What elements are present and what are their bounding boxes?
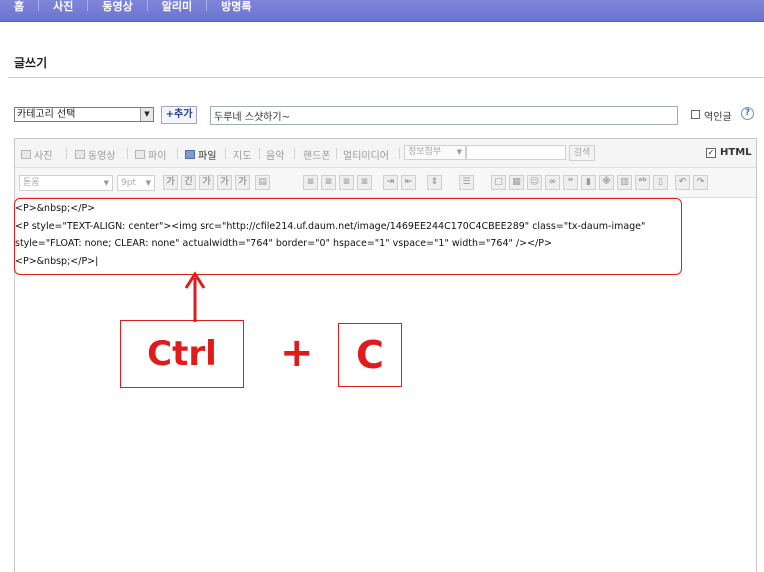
insert-multimedia-button[interactable]: 멀티미디어 [343,147,389,162]
align-left-button[interactable]: ≡ [303,175,318,190]
align-right-button[interactable]: ≡ [339,175,354,190]
font-size-select[interactable]: 9pt ▼ [117,175,155,191]
underline-button[interactable]: 긴 [181,175,196,190]
chevron-down-icon: ▼ [145,179,151,187]
insert-multimedia-label: 멀티미디어 [343,151,389,162]
attach-info-select[interactable]: 정보첨부 ▼ [404,145,466,160]
code-line[interactable]: style="FLOAT: none; CLEAR: none" actualw… [15,238,552,249]
format-toolbar: 돋움 ▼ 9pt ▼ 가 긴 가 가 가 ▤ ≡ ≡ ≡ ≡ ⇥ ⇤ ⇕ ☰ □ ▦… [15,168,756,198]
attach-info-input[interactable] [466,145,566,160]
post-title-input[interactable] [210,106,678,125]
attach-info-label: 정보첨부 [408,147,442,157]
code-line[interactable]: <P style="TEXT-ALIGN: center"><img src="… [15,221,645,232]
align-justify-button[interactable]: ≡ [357,175,372,190]
photo-icon [21,150,31,159]
insert-pie-button[interactable]: 파이 [135,147,166,162]
insert-photo-label: 사진 [34,151,53,162]
nav-item-guestbook[interactable]: 방명록 [221,0,265,14]
pie-icon [135,150,145,159]
nav-separator [38,0,40,11]
table-button[interactable]: ▦ [509,175,524,190]
nav-separator [206,0,208,11]
nav-item-notifier[interactable]: 알리미 [162,0,206,14]
textbox-button[interactable]: □ [491,175,506,190]
chevron-down-icon: ▼ [103,179,109,187]
insert-video-label: 동영상 [88,151,116,162]
chevron-down-icon[interactable]: ▼ [140,108,153,121]
bold-button[interactable]: 가 [163,175,178,190]
insert-map-label: 지도 [233,151,252,162]
insert-toolbar: 사진 동영상 파이 파일 지도 음악 핸드폰 멀티미디어 정보첨부 ▼ 검색 ✓ … [15,139,756,168]
attach-search-button[interactable]: 검색 [569,145,595,161]
nav-item-video[interactable]: 동영상 [102,0,146,14]
highlight-button[interactable]: ▤ [255,175,270,190]
insert-phone-button[interactable]: 핸드폰 [303,147,331,162]
line-height-button[interactable]: ⇕ [427,175,442,190]
reverse-post-label: 역인글 [704,112,732,123]
html-mode-label: HTML [720,147,752,158]
redo-icon[interactable]: ↷ [693,175,708,190]
font-size-value: 9pt [121,178,136,188]
code-line[interactable]: <P>&nbsp;</P>| [15,256,98,267]
calendar-icon[interactable]: ▥ [617,175,632,190]
help-icon[interactable]: ? [741,107,754,120]
insert-map-button[interactable]: 지도 [233,147,251,162]
undo-icon[interactable]: ↶ [675,175,690,190]
insert-pie-label: 파이 [148,151,167,162]
reverse-post-checkbox[interactable] [691,110,700,119]
font-family-select[interactable]: 돋움 ▼ [19,175,113,191]
list-button[interactable]: ☰ [459,175,474,190]
top-nav: 홈 사진 동영상 알리미 방명록 [0,0,764,22]
toolbar-separator [336,148,337,159]
indent-button[interactable]: ⇥ [383,175,398,190]
font-color-button[interactable]: 가 [235,175,250,190]
video-icon [75,150,85,159]
insert-video-button[interactable]: 동영상 [75,147,116,162]
plus-annotation: + [280,330,314,376]
link-icon[interactable]: ∞ [545,175,560,190]
spellcheck-icon[interactable]: ᵃᵇ [635,175,650,190]
toolbar-separator [399,148,400,159]
code-line[interactable]: <P>&nbsp;</P> [15,203,95,214]
insert-file-label: 파일 [198,151,217,162]
nav-item-home[interactable]: 홈 [14,0,38,14]
ctrl-key-annotation: Ctrl [120,320,244,388]
toolbar-separator [259,148,260,159]
quote-icon[interactable]: ❝ [563,175,578,190]
bookmark-icon[interactable]: ▮ [581,175,596,190]
title-divider [8,77,764,78]
toolbar-separator [225,148,226,159]
page-title: 글쓰기 [14,56,48,70]
strikethrough-button[interactable]: 가 [217,175,232,190]
up-arrow-icon [184,271,206,322]
italic-button[interactable]: 가 [199,175,214,190]
nav-separator [146,0,148,11]
insert-photo-button[interactable]: 사진 [21,147,52,162]
document-icon[interactable]: ▯ [653,175,668,190]
c-key-annotation: C [338,323,402,387]
toolbar-separator [66,148,67,159]
category-select-value: 카테고리 선택 [17,109,76,120]
emoticon-icon[interactable]: ☺ [527,175,542,190]
font-family-value: 돋움 [23,178,40,188]
category-select[interactable]: 카테고리 선택 ▼ [14,107,154,122]
nav-item-photo[interactable]: 사진 [53,0,87,14]
insert-file-button[interactable]: 파일 [185,147,216,162]
html-mode-checkbox[interactable]: ✓ [706,148,716,158]
toolbar-separator [294,148,295,159]
insert-music-label: 음악 [266,151,285,162]
align-center-button[interactable]: ≡ [321,175,336,190]
chevron-down-icon: ▼ [456,148,462,156]
outdent-button[interactable]: ⇤ [401,175,416,190]
insert-music-button[interactable]: 음악 [266,147,284,162]
special-char-icon[interactable]: ※ [599,175,614,190]
insert-phone-label: 핸드폰 [303,151,331,162]
add-category-button[interactable]: +추가 [161,106,197,124]
nav-separator [87,0,89,11]
file-icon [185,150,195,159]
code-highlight-box [14,198,682,275]
toolbar-separator [127,148,128,159]
toolbar-separator [177,148,178,159]
